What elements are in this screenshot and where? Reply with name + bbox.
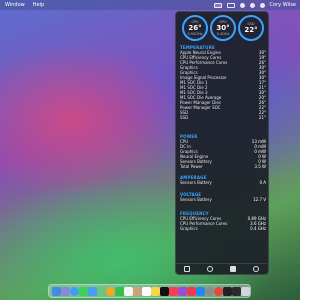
gauge-value: 30° [216, 24, 230, 32]
frequency-section: FREQUENCY CPU Efficiency Cores 0.89 GHz C… [180, 211, 266, 231]
cpu-gauge: CPU 26° 0.55GHz [182, 15, 208, 41]
sensor-row: Graphics 0.4 GHz [180, 226, 266, 231]
sensor-row: SSD 21° [180, 115, 266, 120]
wifi-icon[interactable] [239, 2, 245, 8]
search-icon[interactable] [249, 2, 255, 8]
app-store-icon[interactable] [196, 287, 205, 296]
sensor-row: Sensors Battery 0 A [180, 180, 266, 185]
chrome-icon[interactable] [214, 287, 223, 296]
amperage-section: AMPERAGE Sensors Battery 0 A [180, 175, 266, 185]
temperature-section: TEMPERATURE Apple Neural Engine 30° CPU E… [180, 45, 266, 120]
gauge-value: 26° [188, 24, 202, 32]
sensor-row: Sensors Battery 12.7 V [180, 197, 266, 202]
power-icon[interactable] [253, 266, 259, 272]
activity-monitor-icon[interactable] [232, 287, 241, 296]
facetime-icon[interactable] [115, 287, 124, 296]
gear-icon[interactable] [184, 266, 190, 272]
calendar-icon[interactable] [124, 287, 133, 296]
tv-icon[interactable] [160, 287, 169, 296]
ssd-gauge: SSD 22° [238, 15, 264, 41]
notes-icon[interactable] [151, 287, 160, 296]
system-settings-icon[interactable] [205, 287, 214, 296]
trash-icon[interactable] [241, 287, 250, 296]
music-icon[interactable] [169, 287, 178, 296]
safari-icon[interactable] [70, 287, 79, 296]
reminders-icon[interactable] [142, 287, 151, 296]
finder-icon[interactable] [52, 287, 61, 296]
photos-icon[interactable] [106, 287, 115, 296]
contacts-icon[interactable] [133, 287, 142, 296]
launchpad-icon[interactable] [61, 287, 70, 296]
menu-window[interactable]: Window [5, 0, 25, 10]
panel-footer [176, 263, 268, 274]
power-section: POWER CPU 13 mW DC In 0 mW Graphics 0 mW Ne… [180, 134, 266, 169]
maps-icon[interactable] [97, 287, 106, 296]
gpu-gauge: GPU 30° 0.4GHz [210, 15, 236, 41]
mail-icon[interactable] [88, 287, 97, 296]
user-name[interactable]: Cory Wilse [270, 0, 296, 10]
gauge-sub: 0.4GHz [216, 32, 230, 36]
gauge-sub: 0.55GHz [187, 32, 203, 36]
dock [48, 284, 251, 298]
control-center-icon[interactable] [259, 2, 265, 8]
news-icon[interactable] [187, 287, 196, 296]
menu-help[interactable]: Help [33, 0, 44, 10]
sensor-row: Total Power 3.5 W [180, 164, 266, 169]
messages-icon[interactable] [79, 287, 88, 296]
save-icon[interactable] [230, 266, 236, 272]
refresh-icon[interactable] [207, 266, 213, 272]
sensors-panel: CPU 26° 0.55GHz GPU 30° 0.4GHz SSD 22° T… [175, 11, 269, 275]
podcasts-icon[interactable] [178, 287, 187, 296]
menu-bar: Window Help Cory Wilse [0, 0, 300, 10]
terminal-icon[interactable] [223, 287, 232, 296]
battery-icon[interactable] [226, 2, 235, 8]
gauge-row: CPU 26° 0.55GHz GPU 30° 0.4GHz SSD 22° [176, 15, 268, 49]
gauge-value: 22° [244, 26, 258, 34]
voltage-section: VOLTAGE Sensors Battery 12.7 V [180, 192, 266, 202]
stats-menubar-icon[interactable] [213, 2, 222, 8]
